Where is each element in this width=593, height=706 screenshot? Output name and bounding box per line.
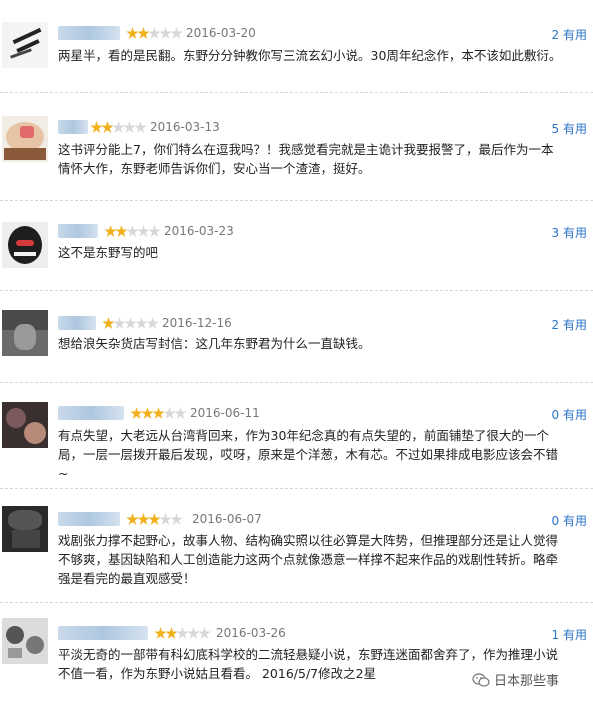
review-date: 2016-12-16 [162,316,232,330]
review-date: 2016-03-20 [186,26,256,40]
divider [0,488,593,489]
username-blurred[interactable] [58,224,98,238]
star-empty-icon [176,627,189,639]
review-text: 戏剧张力撑不起野心，故事人物、结构确实照以往必算是大阵势，但推理部分还是让人觉得… [58,533,559,586]
divider [0,92,593,93]
star-empty-icon [148,27,161,39]
useful-button[interactable]: 2 有用 [552,26,587,43]
username-blurred[interactable] [58,406,124,420]
useful-button[interactable]: 1 有用 [552,626,587,643]
star-empty-icon [135,317,148,329]
star-filled-icon [130,407,143,419]
star-filled-icon [141,407,154,419]
star-filled-icon [101,121,114,133]
divider [0,602,593,603]
avatar[interactable] [2,310,48,356]
star-empty-icon [137,225,150,237]
star-empty-icon [159,513,172,525]
star-empty-icon [163,407,176,419]
star-filled-icon [137,27,150,39]
divider [0,290,593,291]
username-blurred[interactable] [58,626,148,640]
watermark-label: 日本那些事 [494,674,560,689]
star-filled-icon [115,225,128,237]
star-empty-icon [126,225,139,237]
avatar[interactable] [2,402,48,448]
review-text: 有点失望，大老远从台湾背回来，作为30年纪念真的有点失望的，前面铺垫了很大的一个… [58,428,559,481]
star-filled-icon [126,27,139,39]
review-date: 2016-03-13 [150,120,220,134]
star-empty-icon [159,27,172,39]
review-text: 想给浪矢杂货店写封信：这几年东野君为什么一直缺钱。 [58,336,371,351]
star-empty-icon [187,627,200,639]
star-filled-icon [165,627,178,639]
avatar[interactable] [2,116,48,162]
useful-button[interactable]: 3 有用 [552,224,587,241]
review-date: 2016-06-07 [192,512,262,526]
avatar[interactable] [2,506,48,552]
watermark: 日本那些事 [472,670,559,689]
star-empty-icon [170,27,183,39]
star-empty-icon [112,121,125,133]
avatar[interactable] [2,222,48,268]
wechat-icon [472,672,490,687]
useful-button[interactable]: 2 有用 [552,316,587,333]
star-filled-icon [137,513,150,525]
star-empty-icon [146,317,159,329]
star-empty-icon [170,513,183,525]
username-blurred[interactable] [58,120,88,134]
star-filled-icon [126,513,139,525]
star-filled-icon [152,407,165,419]
star-empty-icon [198,627,211,639]
review-date: 2016-03-26 [216,626,286,640]
avatar[interactable] [2,618,48,664]
divider [0,382,593,383]
star-filled-icon [148,513,161,525]
useful-button[interactable]: 0 有用 [552,512,587,529]
star-filled-icon [102,317,115,329]
username-blurred[interactable] [58,512,120,526]
review-text: 这不是东野写的吧 [58,245,159,260]
star-filled-icon [104,225,117,237]
star-filled-icon [90,121,103,133]
useful-button[interactable]: 0 有用 [552,406,587,423]
star-empty-icon [123,121,136,133]
username-blurred[interactable] [58,26,120,40]
review-date: 2016-03-23 [164,224,234,238]
review-text: 这书评分能上7，你们特么在逗我吗？！我感觉看完就是主诡计我要报警了，最后作为一本… [58,142,554,176]
star-empty-icon [113,317,126,329]
divider [0,200,593,201]
review-date: 2016-06-11 [190,406,260,420]
username-blurred[interactable] [58,316,96,330]
review-text: 两星半，看的是民翻。东野分分钟教你写三流玄幻小说。30周年纪念作，本不该如此敷衍… [58,48,562,63]
star-filled-icon [154,627,167,639]
star-empty-icon [148,225,161,237]
star-empty-icon [134,121,147,133]
star-empty-icon [174,407,187,419]
avatar[interactable] [2,22,48,68]
star-empty-icon [124,317,137,329]
useful-button[interactable]: 5 有用 [552,120,587,137]
